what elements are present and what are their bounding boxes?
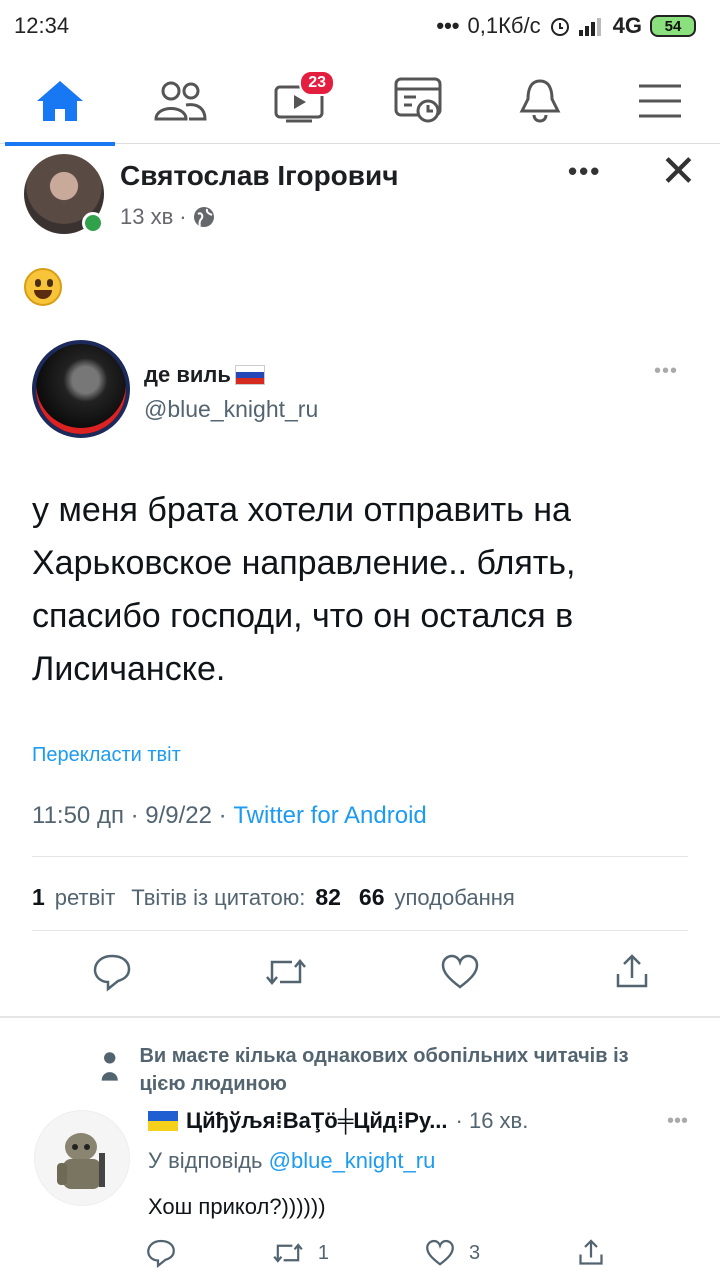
reply-to-line: У відповідь @blue_knight_ru <box>148 1148 435 1174</box>
reply-mention: @blue_knight_ru <box>268 1148 436 1173</box>
ukraine-flag-icon <box>148 1111 178 1131</box>
reply-author-avatar <box>34 1110 130 1206</box>
reply-icon <box>93 954 131 992</box>
post-time-separator: · <box>179 204 187 229</box>
reply-more-icon: ••• <box>666 1109 688 1132</box>
online-status-dot <box>82 212 104 234</box>
tweet-more-icon: ••• <box>654 360 679 382</box>
post-more-button[interactable]: ••• <box>568 156 601 187</box>
reply-icon <box>147 1239 175 1268</box>
nav-home[interactable] <box>5 66 115 146</box>
mutual-followers-text: Ви маєте кілька однакових обопільних чит… <box>139 1045 629 1095</box>
grinning-emoji-icon <box>24 268 62 306</box>
reply-header: Цйђўљя⁞ВаŢö╪Цйд⁞Ру... · 16 хв. ••• <box>148 1108 688 1134</box>
translate-tweet-link: Перекласти твіт <box>32 744 181 766</box>
status-indicators: ••• 0,1Кб/с 4G 54 <box>436 13 696 39</box>
heart-icon <box>441 954 479 989</box>
nav-friends[interactable] <box>145 66 215 136</box>
network-type: 4G <box>612 13 642 38</box>
battery-indicator: 54 <box>650 15 696 37</box>
tweet-meta: 11:50 дп · 9/9/22 · Twitter for Android <box>32 802 427 830</box>
alarm-icon <box>550 18 569 36</box>
section-divider <box>0 1016 720 1018</box>
tweet-source: Twitter for Android <box>233 802 427 829</box>
retweet-count: 1 <box>32 884 45 910</box>
tweet-author-name: де виль <box>144 362 231 387</box>
watch-badge: 23 <box>299 69 335 96</box>
tweet-divider <box>32 856 688 857</box>
post-header: Святослав Ігорович 13 хв · ••• ✕ <box>24 147 697 238</box>
top-navigation: 23 <box>0 58 720 146</box>
reply-retweet-count: 1 <box>317 1241 330 1264</box>
reply-share-action <box>576 1238 606 1268</box>
nav-notifications[interactable] <box>505 66 575 136</box>
home-icon <box>37 80 83 121</box>
nav-news[interactable] <box>385 66 455 136</box>
reply-actions: 1 3 <box>146 1238 606 1268</box>
status-dots: ••• <box>436 13 460 38</box>
tweet-author-handle: @blue_knight_ru <box>144 396 319 422</box>
post-time-text: 13 хв <box>120 204 174 229</box>
friends-icon <box>154 81 207 120</box>
network-speed: 0,1Кб/с <box>467 13 541 38</box>
mutual-followers-note: Ви маєте кілька однакових обопільних чит… <box>100 1042 660 1098</box>
status-bar: 12:34 ••• 0,1Кб/с 4G 54 <box>0 0 720 52</box>
reply-text: Хош прикол?)))))) <box>148 1194 326 1219</box>
author-name[interactable]: Святослав Ігорович <box>120 160 398 192</box>
nav-watch[interactable]: 23 <box>265 66 335 136</box>
tweet-date: 11:50 дп · 9/9/22 · <box>32 802 234 829</box>
share-icon <box>616 954 648 988</box>
retweet-icon <box>273 1243 303 1263</box>
reply-to-prefix: У відповідь <box>148 1148 269 1173</box>
tweet-actions <box>92 952 652 992</box>
signal-icon <box>578 18 601 36</box>
reply-time: · 16 хв. <box>455 1108 529 1133</box>
retweet-icon <box>266 959 306 985</box>
reply-like-action: 3 <box>425 1238 480 1268</box>
like-count: 66 <box>358 884 385 910</box>
tweet-text: у меня брата хотели отправить на Харьков… <box>32 491 576 688</box>
heart-icon <box>426 1239 454 1266</box>
globe-icon <box>193 207 214 227</box>
reply-author-name: Цйђўљя⁞ВаŢö╪Цйд⁞Ру... <box>186 1108 448 1133</box>
reply-reply-action <box>146 1238 176 1268</box>
close-post-button[interactable]: ✕ <box>660 146 697 197</box>
nav-menu[interactable] <box>625 66 695 136</box>
menu-icon <box>639 84 681 117</box>
status-time: 12:34 <box>14 13 70 38</box>
quote-label: Твітів із цитатою: <box>131 885 306 910</box>
like-label: уподобання <box>394 885 515 910</box>
retweet-label: ретвіт <box>54 885 116 910</box>
tweet-stats: 1 ретвіт Твітів із цитатою: 82 66 уподоб… <box>32 884 515 911</box>
reply-retweet-action: 1 <box>272 1238 329 1268</box>
bell-icon <box>519 78 561 122</box>
tweet-author-name-row: де виль <box>144 362 265 388</box>
share-icon <box>579 1239 603 1265</box>
post-timestamp[interactable]: 13 хв · <box>120 204 215 230</box>
reply-like-count: 3 <box>468 1241 481 1264</box>
person-icon <box>101 1052 118 1081</box>
soldier-avatar-icon <box>57 1133 105 1189</box>
tweet-author-avatar <box>32 340 130 438</box>
tweet-divider <box>32 930 688 931</box>
russia-flag-icon <box>234 365 265 385</box>
quote-count: 82 <box>315 884 341 910</box>
news-icon <box>394 77 442 122</box>
